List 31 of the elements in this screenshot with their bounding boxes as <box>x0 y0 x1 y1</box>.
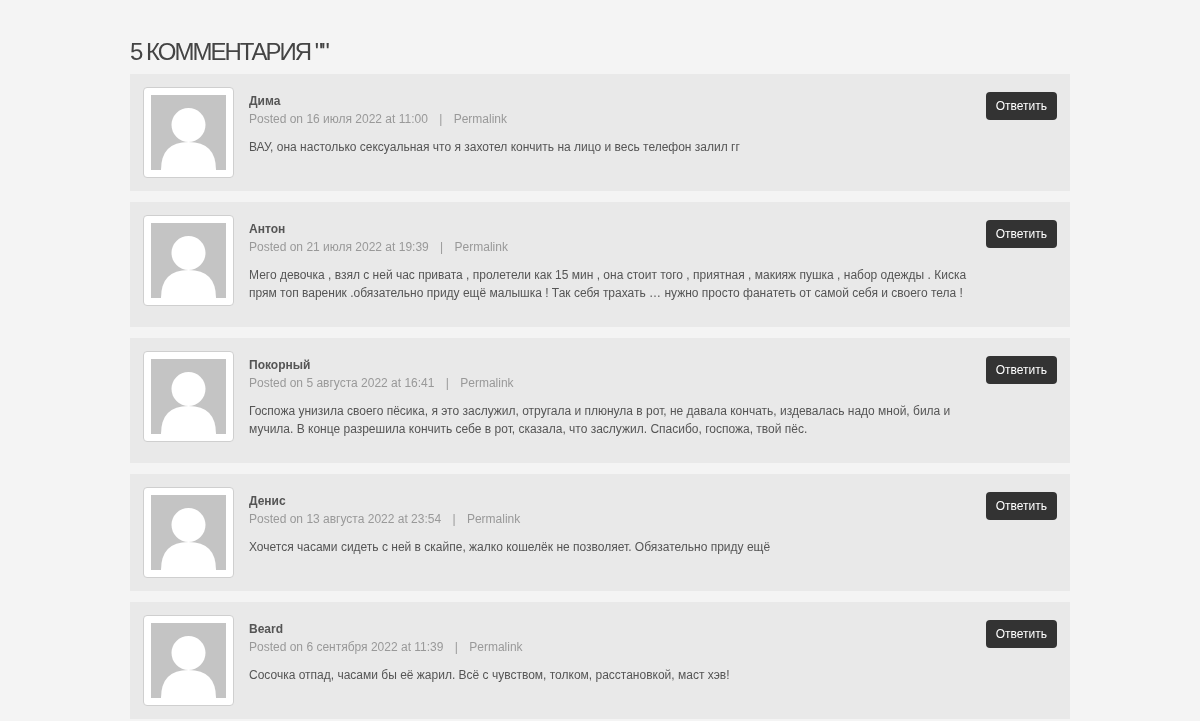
avatar-icon <box>143 215 234 306</box>
comment-date: Posted on 5 августа 2022 at 16:41 <box>249 376 435 390</box>
reply-button[interactable]: Ответить <box>985 620 1057 648</box>
avatar-icon <box>143 351 234 442</box>
meta-separator: | <box>439 112 443 126</box>
comment-author: Антон <box>249 222 287 236</box>
comment-author: Beard <box>249 622 284 636</box>
meta-separator: | <box>440 240 444 254</box>
meta-separator: | <box>454 640 458 654</box>
comments-heading: 5 КОММЕНТАРИЯ "" <box>130 38 330 66</box>
avatar-icon <box>143 615 234 706</box>
comment-date: Posted on 16 июля 2022 at 11:00 <box>249 112 428 126</box>
avatar-icon <box>143 87 234 178</box>
comment-author: Дима <box>249 94 282 108</box>
reply-button[interactable]: Ответить <box>985 92 1057 120</box>
comment-text: Хочется часами сидеть с ней в скайпе, жалко кошелёк не позволяет. Обязательно приду ещё <box>249 539 772 556</box>
meta-separator: | <box>452 512 456 526</box>
avatar-icon <box>143 487 234 578</box>
comment-author: Денис <box>249 494 287 508</box>
comment-text: ВАУ, она настолько сексуальная что я захотел кончить на лицо и весь телефон залил гг <box>249 139 741 156</box>
comment-text: Сосочка отпад, часами бы её жарил. Всё с чувством, толком, расстановкой, маст хэв! <box>249 667 731 684</box>
reply-button[interactable]: Ответить <box>985 220 1057 248</box>
meta-separator: | <box>445 376 449 390</box>
reply-button[interactable]: Ответить <box>985 356 1057 384</box>
comment-author: Покорный <box>249 358 312 372</box>
comment-date: Posted on 21 июля 2022 at 19:39 <box>249 240 429 254</box>
comment-date: Posted on 6 сентября 2022 at 11:39 <box>249 640 444 654</box>
comment-text: Госпожа унизила своего пёсика, я это заслужил, отругала и плюнула в рот, не давала кончать, издевалась надо мной, била и мучила. В конце разрешила кончить себе в рот, сказала, что заслужил. Спасибо, госпожа, твой пёс. <box>249 403 952 438</box>
comment-date: Posted on 13 августа 2022 at 23:54 <box>249 512 442 526</box>
comment-text: Мего девочка , взял с ней час привата , пролетели как 15 мин , она стоит того , приятная , макияж пушка , набор одежды . Киска прям топ вареник .обязательно приду ещё малышка ! Так себя трахать … нужно просто фанатеть от самой себя и своего тела ! <box>249 267 968 302</box>
reply-button[interactable]: Ответить <box>985 492 1057 520</box>
